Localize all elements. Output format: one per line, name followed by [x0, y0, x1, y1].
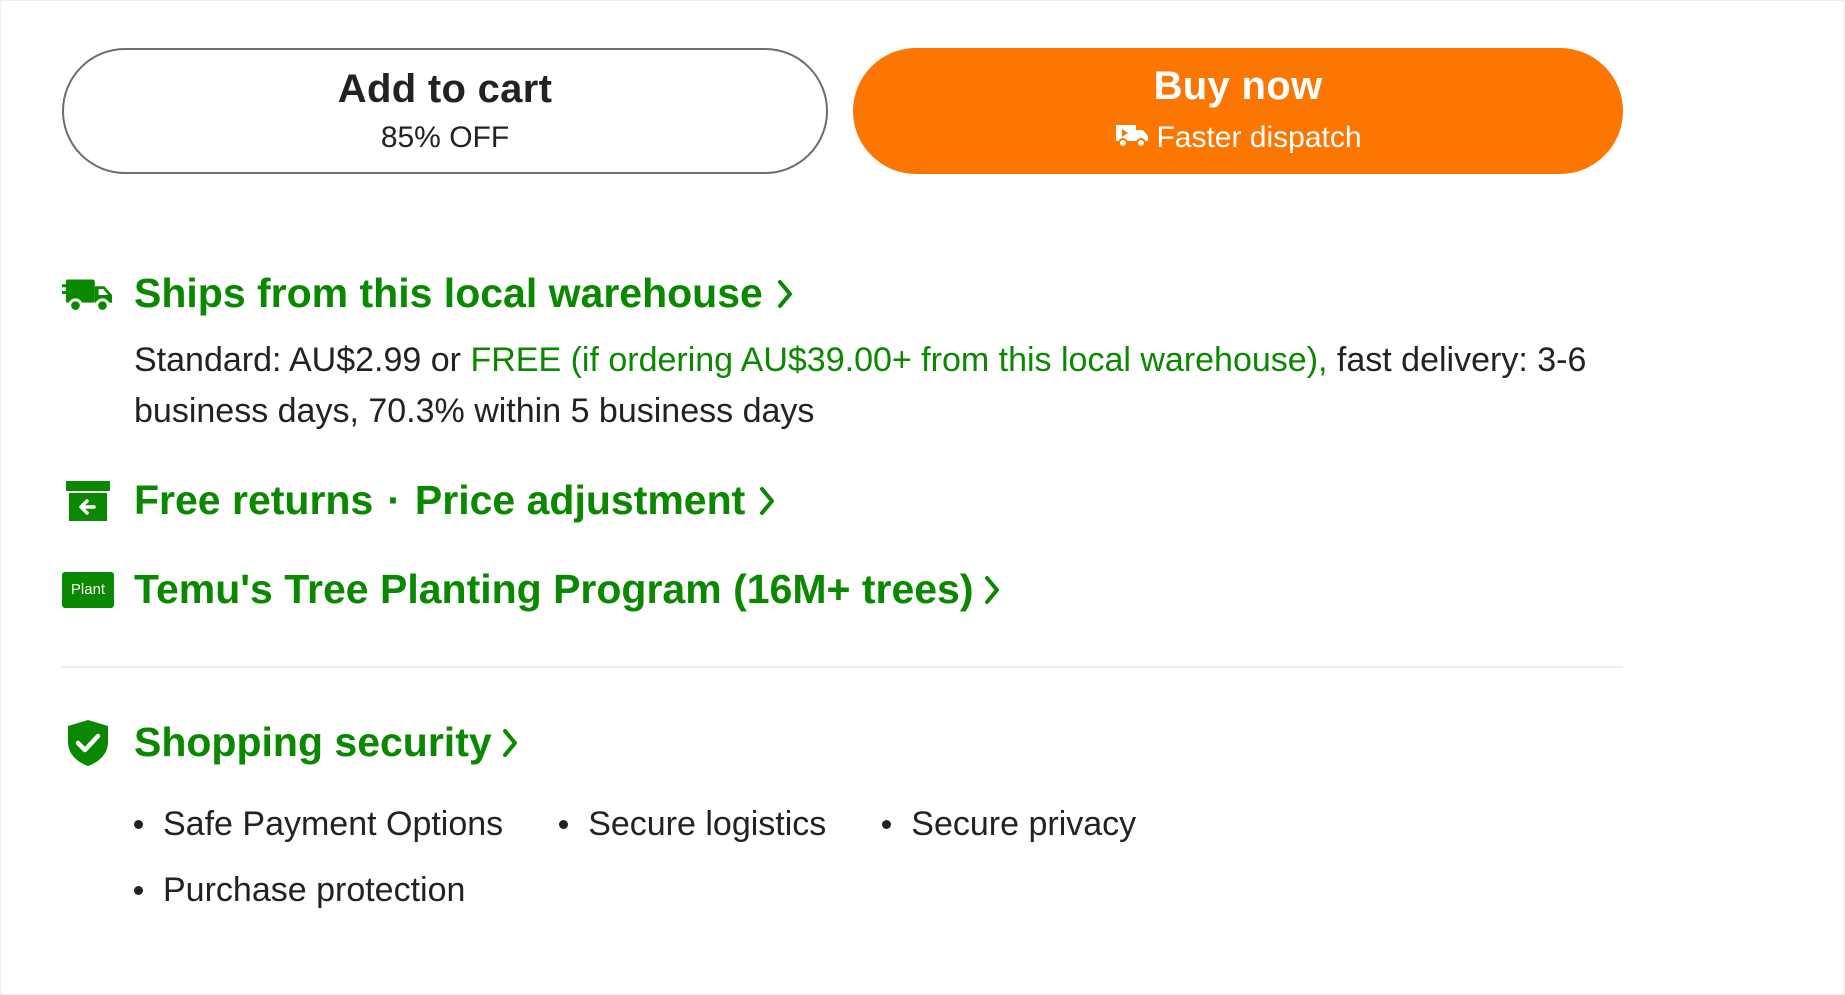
shopping-security-text: Shopping security: [134, 719, 492, 765]
plant-badge-icon: Plant: [62, 568, 114, 612]
separator-dot: ·: [387, 477, 401, 523]
tree-program-text: Temu's Tree Planting Program (16M+ trees…: [134, 566, 974, 612]
bullet-dot: [882, 819, 892, 829]
shopping-security-title[interactable]: Shopping security: [134, 719, 520, 766]
returns-title[interactable]: Free returns · Price adjustment: [134, 477, 777, 524]
list-item: Purchase protection: [134, 871, 465, 910]
free-returns-label: Free returns: [134, 477, 374, 523]
security-features-line: Purchase protection: [134, 857, 1434, 923]
plant-badge-text: Plant: [70, 581, 106, 598]
return-box-icon: [62, 479, 114, 523]
bullet-dot: [559, 819, 569, 829]
tree-program-row[interactable]: Plant Temu's Tree Planting Program (16M+…: [62, 566, 1002, 613]
discount-label: 85% OFF: [380, 121, 510, 154]
price-adjustment-label: Price adjustment: [414, 477, 746, 523]
add-to-cart-label: Add to cart: [337, 67, 553, 111]
security-features-line: Safe Payment Options Secure logistics Se…: [134, 791, 1434, 857]
chevron-right-icon: [982, 574, 1002, 606]
security-features-list: Safe Payment Options Secure logistics Se…: [134, 791, 1434, 923]
secure-logistics-label: Secure logistics: [588, 804, 827, 843]
list-item: Secure privacy: [882, 805, 1136, 844]
secure-privacy-label: Secure privacy: [911, 804, 1137, 843]
buy-now-label: Buy now: [1153, 64, 1323, 108]
faster-dispatch-row: Faster dispatch: [1114, 120, 1362, 156]
shipping-title-text: Ships from this local warehouse: [134, 270, 763, 316]
section-divider: [62, 666, 1623, 668]
bullet-dot: [134, 819, 143, 829]
free-shipping-condition: FREE (if ordering AU$39.00+ from this lo…: [470, 341, 1328, 379]
tree-program-title[interactable]: Temu's Tree Planting Program (16M+ trees…: [134, 566, 1002, 613]
fast-truck-icon: [1114, 120, 1150, 156]
faster-dispatch-label: Faster dispatch: [1156, 121, 1362, 154]
shipping-details: Standard: AU$2.99 or FREE (if ordering A…: [134, 335, 1634, 437]
standard-shipping-price: Standard: AU$2.99 or: [134, 341, 471, 379]
shipping-row[interactable]: Ships from this local warehouse: [62, 270, 795, 317]
delivery-truck-icon: [62, 272, 114, 316]
safe-payment-label: Safe Payment Options: [163, 804, 504, 843]
returns-row[interactable]: Free returns · Price adjustment: [62, 477, 777, 524]
shopping-security-row[interactable]: Shopping security: [62, 719, 520, 766]
buy-now-button[interactable]: Buy now Faster dispatch: [853, 48, 1623, 174]
list-item: Safe Payment Options: [134, 805, 503, 844]
purchase-protection-label: Purchase protection: [163, 870, 466, 909]
list-item: Secure logistics: [559, 805, 826, 844]
chevron-right-icon: [775, 278, 795, 310]
chevron-right-icon: [500, 727, 520, 759]
shield-check-icon: [62, 719, 114, 766]
add-to-cart-button[interactable]: Add to cart 85% OFF: [62, 48, 828, 174]
bullet-dot: [134, 885, 143, 895]
product-purchase-panel: Add to cart 85% OFF Buy now Faster dispa…: [0, 0, 1845, 995]
shipping-title[interactable]: Ships from this local warehouse: [134, 270, 795, 317]
chevron-right-icon: [757, 485, 777, 517]
